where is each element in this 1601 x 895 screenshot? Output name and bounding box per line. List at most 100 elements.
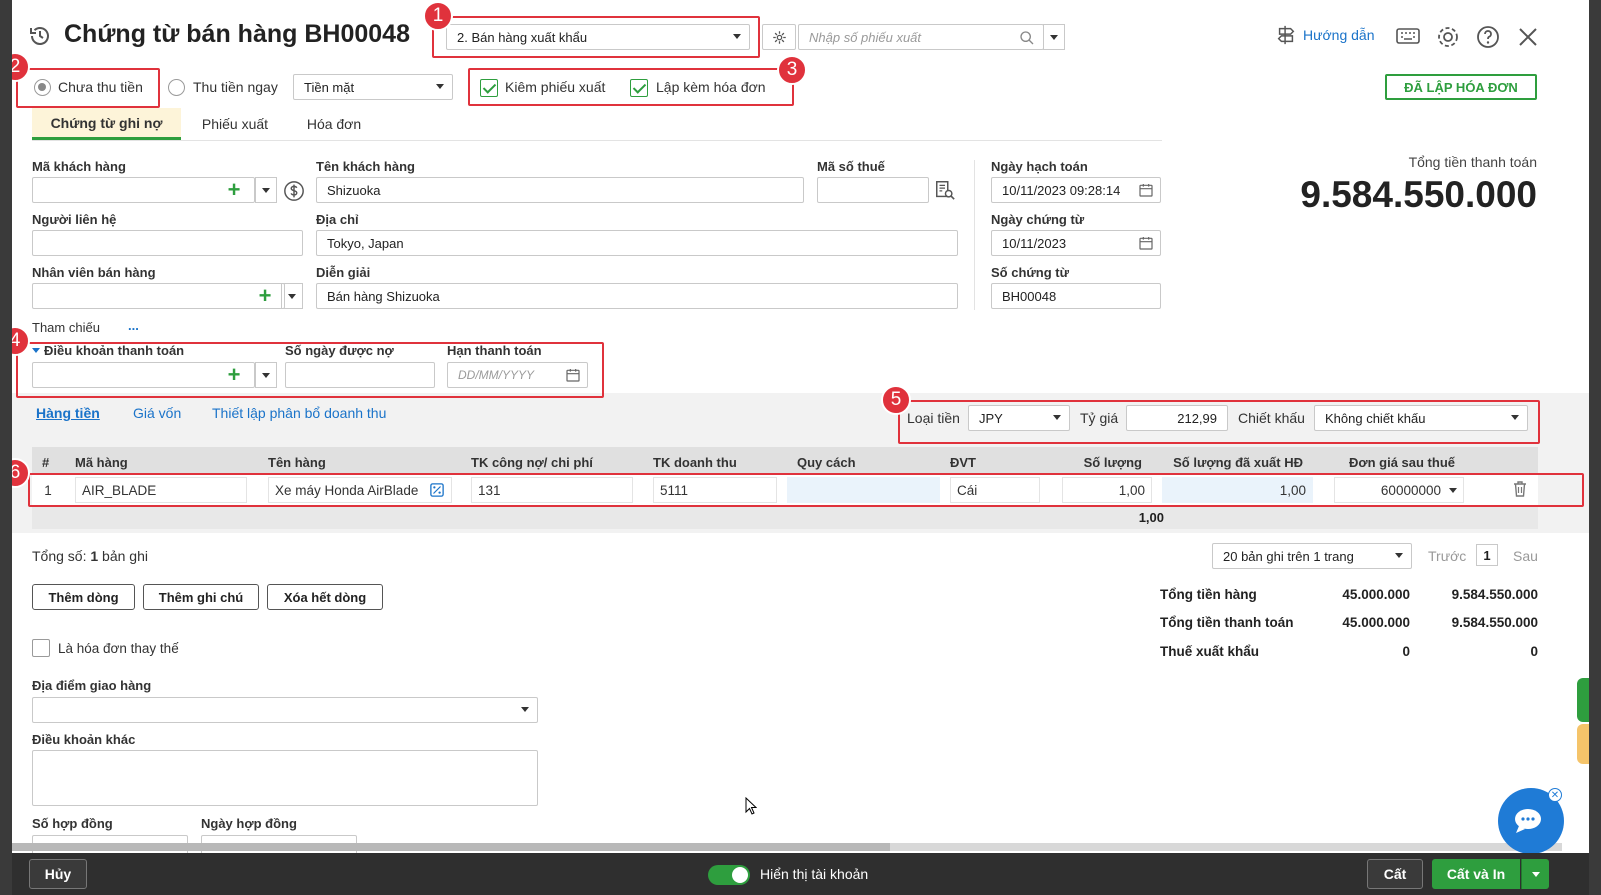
summary-thue-xuat-khau-label: Thuế xuất khẩu [1160, 644, 1260, 659]
search-placeholder: Nhập số phiếu xuất [809, 29, 922, 45]
plus-icon: + [227, 177, 241, 202]
tab-divider [32, 140, 1162, 141]
ten-khach-hang-input[interactable]: Shizuoka [316, 177, 804, 203]
unpaid-radio[interactable] [34, 79, 51, 96]
next-page-button[interactable]: Sau [1513, 548, 1538, 564]
save-options-button[interactable] [1521, 859, 1549, 889]
calendar-icon[interactable] [1138, 182, 1154, 198]
loai-tien-select[interactable]: JPY [968, 405, 1070, 431]
customer-dropdown-button[interactable] [255, 177, 277, 203]
horizontal-scrollbar[interactable] [12, 843, 1562, 851]
kiem-phieu-xuat-checkbox[interactable] [480, 79, 498, 97]
ma-khach-hang-input[interactable] [32, 177, 255, 203]
dieu-khoan-khac-textarea[interactable] [32, 750, 538, 806]
add-customer-button[interactable]: + [223, 177, 245, 203]
loai-tien-value: JPY [979, 410, 1003, 426]
paid-now-radio[interactable] [168, 79, 185, 96]
help-link[interactable]: Hướng dẫn [1275, 24, 1374, 46]
row-ma-hang-cell[interactable]: AIR_BLADE [75, 477, 247, 503]
subtab-gia-von[interactable]: Giá vốn [133, 405, 181, 421]
dia-chi-input[interactable]: Tokyo, Japan [316, 230, 958, 256]
dien-giai-input[interactable]: Bán hàng Shizuoka [316, 283, 958, 309]
show-account-toggle[interactable] [708, 865, 750, 885]
scrollbar-thumb[interactable] [12, 843, 890, 851]
employee-dropdown-button[interactable] [281, 283, 303, 309]
side-panel-tab[interactable] [1577, 678, 1589, 722]
so-hop-dong-label: Số hợp đồng [32, 816, 113, 831]
payment-method-select[interactable]: Tiền mặt [293, 74, 453, 100]
save-and-print-button[interactable]: Cất và In [1432, 859, 1520, 889]
nguoi-lien-he-input[interactable] [32, 230, 303, 256]
history-icon[interactable] [28, 24, 52, 48]
keyboard-icon[interactable] [1396, 26, 1420, 48]
dieu-khoan-khac-label: Điều khoản khác [32, 732, 136, 747]
tham-chieu-more-button[interactable]: ... [128, 318, 139, 333]
row-tk-cong-no-cell[interactable]: 131 [471, 477, 633, 503]
chat-close-icon[interactable]: ✕ [1548, 788, 1562, 802]
summary-tong-tien-hang-label: Tổng tiền hàng [1160, 587, 1257, 602]
calendar-icon[interactable] [1138, 235, 1154, 251]
voucher-type-select[interactable]: 2. Bán hàng xuất khẩu [446, 24, 750, 50]
ty-gia-label: Tỷ giá [1080, 410, 1119, 426]
lap-kem-hoa-don-checkbox[interactable] [630, 79, 648, 97]
cancel-button[interactable]: Hủy [29, 859, 87, 889]
row-quy-cach-cell[interactable] [787, 477, 940, 503]
chiet-khau-select[interactable]: Không chiết khấu [1314, 405, 1528, 431]
subtab-phan-bo-doanh-thu[interactable]: Thiết lập phân bổ doanh thu [212, 405, 386, 421]
col-header-don-gia: Đơn giá sau thuế [1348, 454, 1455, 470]
annotation-badge-4: 4 [12, 326, 30, 356]
tax-lookup-icon[interactable] [934, 179, 956, 201]
paging-select[interactable]: 20 bản ghi trên 1 trang [1212, 543, 1412, 569]
current-page[interactable]: 1 [1476, 544, 1498, 566]
export-slip-search-input[interactable]: Nhập số phiếu xuất [798, 24, 1044, 50]
discount-icon[interactable] [430, 483, 444, 497]
add-employee-button[interactable]: + [254, 283, 276, 309]
replacement-invoice-label: Là hóa đơn thay thế [58, 641, 179, 656]
row-don-gia-cell[interactable]: 60000000 [1334, 477, 1464, 503]
dieu-khoan-label: Điều khoản thanh toán [44, 343, 185, 358]
tab-phieu-xuat[interactable]: Phiếu xuất [190, 108, 280, 140]
calendar-icon[interactable] [565, 367, 581, 383]
summary-tong-tien-hang-value1: 45.000.000 [1342, 587, 1410, 602]
settings-icon[interactable] [1436, 25, 1460, 49]
save-button[interactable]: Cất [1367, 859, 1423, 889]
add-term-button[interactable]: + [223, 362, 245, 388]
ngay-hach-toan-input[interactable]: 10/11/2023 09:28:14 [991, 177, 1161, 203]
row-ten-hang-value: Xe máy Honda AirBlade [275, 482, 419, 498]
clear-rows-button[interactable]: Xóa hết dòng [267, 584, 383, 610]
gear-small-button[interactable] [762, 24, 796, 50]
close-icon[interactable] [1518, 27, 1538, 47]
row-dvt-cell[interactable]: Cái [950, 477, 1040, 503]
term-dropdown-button[interactable] [255, 362, 277, 388]
nhan-vien-input[interactable] [32, 283, 285, 309]
chevron-down-icon[interactable] [1449, 488, 1457, 493]
row-so-luong-cell[interactable]: 1,00 [1062, 477, 1152, 503]
tab-chung-tu-ghi-no[interactable]: Chứng từ ghi nợ [32, 108, 181, 140]
dia-diem-select[interactable] [32, 697, 538, 723]
subtab-hang-tien[interactable]: Hàng tiền [36, 405, 100, 421]
trash-icon[interactable] [1512, 480, 1528, 498]
search-icon[interactable] [1019, 30, 1035, 46]
row-tk-doanh-thu-cell[interactable]: 5111 [653, 477, 777, 503]
ngay-chung-tu-input[interactable]: 10/11/2023 [991, 230, 1161, 256]
help-icon[interactable] [1476, 25, 1500, 49]
ma-so-thue-input[interactable] [817, 177, 929, 203]
add-row-button[interactable]: Thêm dòng [32, 584, 135, 610]
replacement-invoice-checkbox[interactable] [32, 639, 50, 657]
column-divider [974, 160, 975, 310]
han-thanh-toan-label: Hạn thanh toán [447, 343, 542, 358]
side-panel-tab-collapse[interactable] [1577, 724, 1589, 764]
prev-page-button[interactable]: Trước [1428, 548, 1466, 564]
row-ten-hang-cell[interactable]: Xe máy Honda AirBlade [268, 477, 452, 503]
so-chung-tu-input[interactable]: BH00048 [991, 283, 1161, 309]
ty-gia-input[interactable]: 212,99 [1126, 405, 1228, 431]
so-ngay-input[interactable] [285, 362, 435, 388]
dieu-khoan-input[interactable] [32, 362, 255, 388]
tab-hoa-don[interactable]: Hóa đơn [294, 108, 374, 140]
nhan-vien-label: Nhân viên bán hàng [32, 265, 156, 280]
dien-giai-label: Diễn giải [316, 265, 371, 280]
collapse-arrow-icon[interactable] [32, 348, 40, 353]
search-dropdown-button[interactable] [1043, 24, 1065, 50]
dollar-icon[interactable] [283, 180, 305, 202]
add-note-button[interactable]: Thêm ghi chú [143, 584, 259, 610]
